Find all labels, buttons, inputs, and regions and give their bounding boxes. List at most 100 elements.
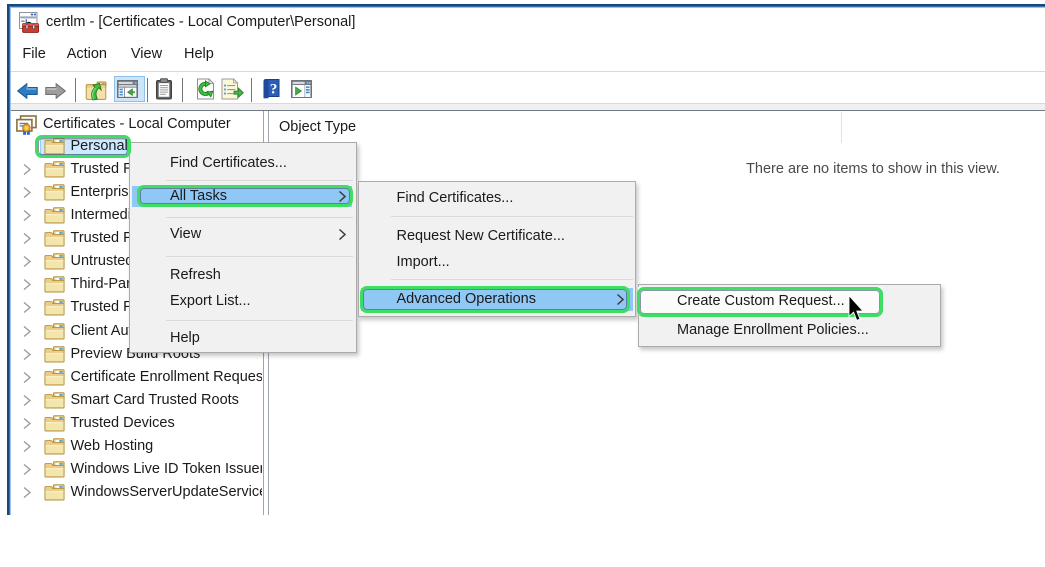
expand-chevron-icon xyxy=(23,394,31,406)
menu-item-label: View xyxy=(170,226,202,242)
tree-item-trusted-devices[interactable]: Trusted Devices xyxy=(11,412,262,435)
folder-icon xyxy=(43,414,65,432)
folder-icon xyxy=(43,276,65,293)
folder-icon xyxy=(43,322,65,339)
tree-item-smart-card-trusted-roots[interactable]: Smart Card Trusted Roots xyxy=(11,389,262,412)
expand-chevron-icon[interactable] xyxy=(22,278,32,291)
certlm-app-icon xyxy=(18,11,40,37)
expand-chevron-icon xyxy=(23,486,31,498)
menu-item-help[interactable]: Help xyxy=(130,324,356,352)
folder-icon xyxy=(43,230,65,247)
expand-chevron-icon[interactable] xyxy=(22,463,32,476)
expand-chevron-icon xyxy=(23,440,31,452)
menu-separator xyxy=(390,279,633,280)
folder-icon xyxy=(43,461,65,478)
tree-item-web-hosting[interactable]: Web Hosting xyxy=(11,435,262,458)
expand-chevron-icon[interactable] xyxy=(22,417,32,430)
menu-item-request-new-certificate[interactable]: Request New Certificate... xyxy=(359,222,636,250)
annotation-box-all-tasks xyxy=(137,185,353,207)
menu-separator xyxy=(166,255,353,257)
title-bar: certlm - [Certificates - Local Computer\… xyxy=(11,8,1045,39)
menubar-item-help[interactable]: Help xyxy=(184,39,214,71)
expand-chevron-icon[interactable] xyxy=(22,255,32,268)
show-action-pane-icon xyxy=(291,80,312,98)
show-console-tree-button[interactable] xyxy=(116,80,138,102)
tree-item-windowsserverupdateservices[interactable]: WindowsServerUpdateServices xyxy=(11,481,262,504)
menu-item-manage-enrollment-policies[interactable]: Manage Enrollment Policies... xyxy=(639,316,940,344)
tree-item-label: Smart Card Trusted Roots xyxy=(70,391,239,408)
expand-chevron-icon xyxy=(23,371,31,383)
menubar-item-file[interactable]: File xyxy=(22,39,45,71)
certificates-root-icon xyxy=(16,115,37,135)
refresh-icon xyxy=(196,77,214,99)
back-button[interactable] xyxy=(16,82,38,103)
menu-item-label: Find Certificates... xyxy=(170,155,287,171)
tree-item-label: Web Hosting xyxy=(70,437,154,454)
annotation-box-create-custom-request xyxy=(636,286,883,317)
submenu-arrow-icon xyxy=(338,228,347,241)
help-icon: ? xyxy=(263,79,279,99)
menu-separator xyxy=(390,215,633,217)
expand-chevron-icon[interactable] xyxy=(22,186,32,199)
expand-chevron-icon[interactable] xyxy=(22,163,32,176)
expand-chevron-icon[interactable] xyxy=(22,209,32,222)
expand-chevron-icon xyxy=(23,417,31,429)
toolbar-separator-line xyxy=(251,77,252,102)
expand-chevron-icon[interactable] xyxy=(22,348,32,361)
menu-item-label: Import... xyxy=(396,253,450,270)
clipboard-icon xyxy=(156,77,172,99)
tree-root-certificates-local-computer[interactable]: Certificates - Local Computer xyxy=(11,113,262,136)
properties-button[interactable] xyxy=(155,77,173,104)
submenu-arrow-icon xyxy=(338,228,346,240)
svg-text:?: ? xyxy=(269,82,277,98)
expand-chevron-icon[interactable] xyxy=(22,301,32,314)
expand-chevron-icon xyxy=(23,325,31,337)
folder-icon xyxy=(43,368,65,386)
forward-button[interactable] xyxy=(45,82,67,103)
certificates-root-icon xyxy=(16,115,37,136)
column-header-object-type[interactable]: Object Type xyxy=(279,116,356,138)
window-border-layer xyxy=(10,7,11,515)
expand-chevron-icon[interactable] xyxy=(22,486,32,499)
folder-icon xyxy=(43,230,65,247)
tree-item-certificate-enrollment-requests[interactable]: Certificate Enrollment Requests xyxy=(11,366,262,389)
expand-chevron-icon[interactable] xyxy=(22,325,32,338)
toolbar-separator-line xyxy=(74,77,76,102)
refresh-button[interactable] xyxy=(196,77,215,104)
menu-item-export-list[interactable]: Export List... xyxy=(130,287,356,315)
menu-item-import[interactable]: Import... xyxy=(359,248,636,276)
expand-chevron-icon[interactable] xyxy=(22,232,32,245)
show-action-pane-button[interactable] xyxy=(291,80,312,102)
menubar-item-view[interactable]: View xyxy=(131,39,162,71)
up-one-level-button[interactable] xyxy=(85,80,107,105)
menu-item-label: Find Certificates... xyxy=(396,189,514,206)
menu-item-refresh[interactable]: Refresh xyxy=(130,261,356,289)
folder-icon xyxy=(43,184,65,201)
context-menu-personal: Find Certificates... All Tasks View Refre… xyxy=(129,142,357,353)
menu-separator xyxy=(166,319,353,321)
expand-chevron-icon[interactable] xyxy=(22,371,32,384)
column-divider[interactable] xyxy=(841,112,842,143)
folder-icon xyxy=(43,345,65,363)
tree-item-windows-live-id-token-issuer[interactable]: Windows Live ID Token Issuer xyxy=(11,458,262,481)
window-border-layer xyxy=(10,7,1045,8)
show-console-tree-icon xyxy=(116,80,138,98)
menu-item-find-certificates-2[interactable]: Find Certificates... xyxy=(359,184,636,212)
toolbar-separator-line xyxy=(147,77,148,102)
expand-chevron-icon[interactable] xyxy=(22,394,32,407)
help-button[interactable]: ? xyxy=(263,79,280,103)
expand-chevron-icon xyxy=(23,256,31,268)
export-list-button[interactable] xyxy=(221,77,244,104)
tree-item-label: Trusted Devices xyxy=(70,414,175,431)
menu-item-find-certificates[interactable]: Find Certificates... xyxy=(130,149,356,177)
folder-icon xyxy=(43,484,65,501)
tree-item-label: Certificate Enrollment Requests xyxy=(70,368,263,385)
annotation-box-personal xyxy=(34,134,131,158)
folder-icon xyxy=(43,299,65,316)
folder-icon xyxy=(43,253,65,270)
menu-item-view[interactable]: View xyxy=(130,220,356,248)
menubar-item-action[interactable]: Action xyxy=(67,39,107,71)
expand-chevron-icon[interactable] xyxy=(22,440,32,453)
expand-chevron-icon xyxy=(23,210,31,222)
folder-icon xyxy=(43,276,65,293)
